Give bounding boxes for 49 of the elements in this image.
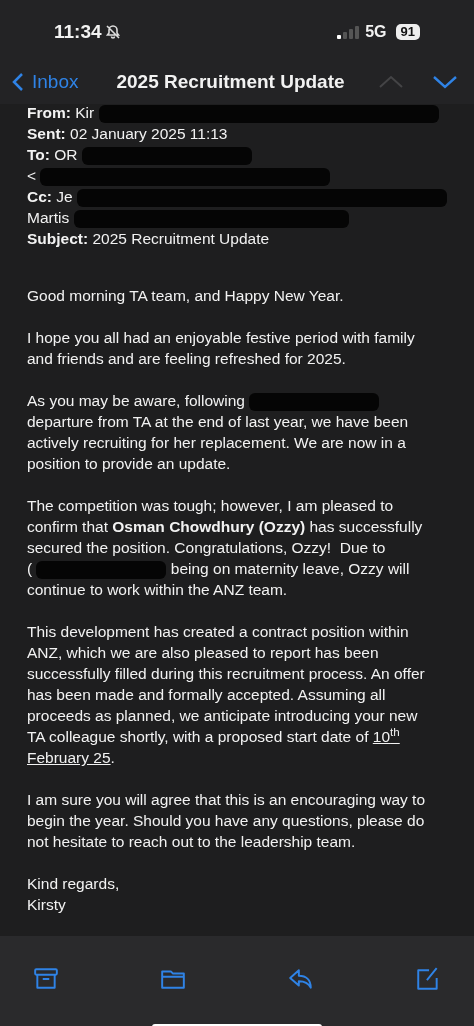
paragraph-text: I hope you all had an enjoyable festive period with family bbox=[27, 329, 415, 347]
field-value: Martis bbox=[27, 209, 70, 227]
paragraph-text: ANZ, which we are also pleased to report has been bbox=[27, 644, 379, 662]
paragraph-text: continue to work within the ANZ team. bbox=[27, 581, 288, 599]
date-link[interactable]: February 25 bbox=[27, 749, 111, 767]
paragraph-text: not hesitate to reach out to the leadership team. bbox=[27, 833, 356, 851]
field-value: Je bbox=[56, 188, 73, 206]
paragraph-text: . bbox=[110, 749, 115, 767]
email-title: 2025 Recruitment Update bbox=[116, 69, 345, 94]
paragraph-text: and friends and are feeling refreshed for 2025. bbox=[27, 350, 346, 368]
battery-indicator: 91 bbox=[395, 24, 420, 40]
field-value: < bbox=[27, 167, 37, 185]
paragraph-text: proceeds as planned, we anticipate introducing your new bbox=[27, 707, 418, 725]
signal-icon bbox=[337, 25, 360, 39]
paragraph-text: The competition was tough; however, I am pleased to bbox=[27, 497, 394, 515]
chevron-left-icon bbox=[12, 72, 24, 92]
paragraph-text: successfully filled during this recruitment process. An offer bbox=[27, 665, 425, 683]
paragraph-text: being on maternity leave, Ozzy will bbox=[170, 560, 410, 578]
paragraph-text: As you may be aware, following bbox=[27, 392, 245, 410]
back-button[interactable]: Inbox bbox=[12, 67, 79, 97]
paragraph-text: I am sure you will agree that this is an encouraging way to bbox=[27, 791, 426, 809]
paragraph-text: departure from TA at the end of last year, we have been bbox=[27, 413, 409, 431]
field-label: Subject: bbox=[27, 230, 89, 248]
field-value: 2025 Recruitment Update bbox=[92, 230, 270, 248]
field-value: OR bbox=[54, 146, 78, 164]
field-value: Kir bbox=[75, 104, 95, 122]
clock-time: 11:34 bbox=[54, 19, 102, 44]
field-label: From: bbox=[27, 104, 71, 122]
paragraph-text: has been made and formally accepted. Assuming all bbox=[27, 686, 386, 704]
field-value: 02 January 2025 11:13 bbox=[70, 125, 228, 143]
paragraph-text: begin the year. Should you have any questions, please do bbox=[27, 812, 425, 830]
paragraph-text: actively recruiting for her replacement. We are now in a bbox=[27, 434, 406, 452]
chevron-down-icon[interactable] bbox=[432, 75, 458, 89]
paragraph-text: This development has created a contract position within bbox=[27, 623, 409, 641]
field-label: Cc: bbox=[27, 188, 52, 206]
field-label: To: bbox=[27, 146, 50, 164]
bell-slash-icon bbox=[104, 24, 121, 40]
paragraph-text: ( bbox=[27, 560, 33, 578]
paragraph-text: Kind regards, bbox=[27, 875, 120, 893]
date-link[interactable]: 10$^{th}$ bbox=[372, 728, 400, 746]
paragraph-text: Kirsty bbox=[27, 896, 66, 914]
paragraph-text: confirm that Osman Chowdhury (Ozzy) has successfully bbox=[27, 518, 423, 536]
paragraph-text: Good morning TA team, and Happy New Year. bbox=[27, 287, 344, 305]
paragraph-text: secured the position. Congratulations, Ozzy! Due to bbox=[27, 539, 386, 557]
field-label: Sent: bbox=[27, 125, 66, 143]
paragraph-text: TA colleague shortly, with a proposed start date of bbox=[27, 728, 369, 746]
compose-icon[interactable] bbox=[415, 966, 441, 993]
paragraph-text: position to provide an update. bbox=[27, 455, 231, 473]
network-label: 5G bbox=[365, 22, 387, 42]
